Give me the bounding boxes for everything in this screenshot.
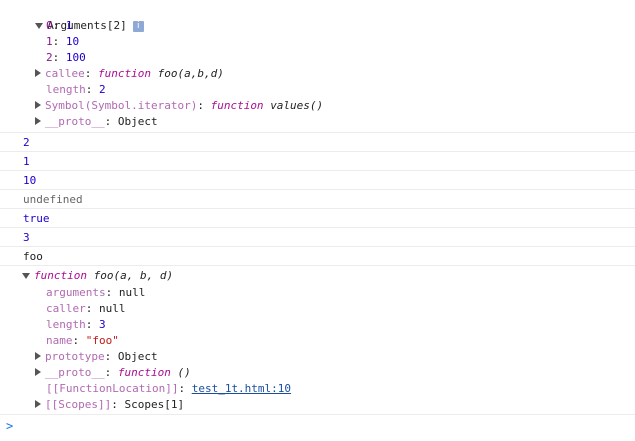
property-value: null: [99, 302, 126, 315]
item-value: 10: [65, 35, 80, 48]
console-output-4: undefined: [0, 189, 635, 208]
output-value: undefined: [23, 193, 83, 206]
console-prompt-icon[interactable]: >: [6, 419, 13, 433]
caller-property: caller: null: [46, 302, 126, 315]
expand-triangle-icon[interactable]: [35, 368, 41, 376]
iterator-property[interactable]: Symbol(Symbol.iterator): function values…: [35, 98, 635, 114]
property-key: callee: [45, 67, 85, 80]
callee-property[interactable]: callee: function foo(a,b,d): [35, 66, 635, 82]
proto-property[interactable]: __proto__: function (): [35, 365, 635, 381]
expand-triangle-icon[interactable]: [35, 101, 41, 109]
output-value: 10: [23, 174, 37, 187]
function-keyword: function: [34, 269, 87, 282]
property-key: length: [46, 83, 86, 96]
scopes-property[interactable]: [[Scopes]]: Scopes[1]: [35, 397, 635, 413]
function-keyword: function: [117, 366, 171, 379]
expand-triangle-icon[interactable]: [35, 400, 41, 408]
property-value: Object: [117, 115, 158, 128]
property-key: arguments: [46, 286, 106, 299]
function-header[interactable]: function foo(a, b, d): [0, 265, 635, 284]
output-value: 2: [23, 136, 30, 149]
output-value: 3: [23, 231, 30, 244]
proto-property[interactable]: __proto__: Object: [35, 114, 635, 130]
property-value: null: [118, 286, 146, 299]
expand-triangle-icon[interactable]: [35, 117, 41, 125]
console-output-1: 2: [0, 132, 635, 151]
console-output-2: 1: [0, 151, 635, 170]
console-output-6: 3: [0, 227, 635, 246]
name-property: name: "foo": [46, 334, 119, 347]
property-value: Object: [117, 350, 158, 363]
property-value: 3: [99, 318, 106, 331]
arguments-item-0: 0: 1: [46, 19, 73, 32]
property-key: Symbol(Symbol.iterator): [45, 99, 198, 112]
property-value: 2: [99, 83, 106, 96]
function-signature: foo(a,b,d): [157, 67, 224, 80]
expand-triangle-icon[interactable]: [35, 23, 44, 29]
item-value: 100: [65, 51, 86, 64]
arguments-property: arguments: null: [46, 286, 146, 299]
property-key: [[FunctionLocation]]: [46, 382, 179, 395]
item-key: 0: [46, 19, 53, 32]
item-key: 1: [46, 35, 53, 48]
length-property: length: 3: [46, 318, 106, 331]
console-output-3: 10: [0, 170, 635, 189]
arguments-item-1: 1: 10: [46, 35, 80, 48]
property-value: "foo": [85, 334, 119, 347]
property-key: __proto__: [45, 115, 105, 128]
output-value: foo: [23, 250, 43, 263]
expand-triangle-icon[interactable]: [22, 273, 30, 279]
property-key: caller: [46, 302, 86, 315]
item-key: 2: [46, 51, 53, 64]
property-key: name: [46, 334, 73, 347]
property-key: [[Scopes]]: [45, 398, 112, 411]
length-property: length: 2: [46, 83, 106, 96]
divider: [0, 414, 635, 415]
console-output-7: foo: [0, 246, 635, 265]
console-output-5: true: [0, 208, 635, 227]
arguments-header[interactable]: Arguments[2] i: [22, 2, 635, 32]
function-keyword: function: [98, 67, 151, 80]
function-location-property: [[FunctionLocation]]: test_1t.html:10: [46, 382, 292, 395]
property-key: __proto__: [45, 366, 105, 379]
item-value: 1: [65, 19, 73, 32]
property-key: length: [46, 318, 86, 331]
property-value: Scopes[1]: [124, 398, 185, 411]
function-signature: foo(a, b, d): [93, 269, 174, 282]
output-value: true: [23, 212, 50, 225]
function-signature: (): [177, 366, 191, 379]
prototype-property[interactable]: prototype: Object: [35, 349, 635, 365]
function-signature: values(): [270, 99, 324, 112]
expand-triangle-icon[interactable]: [35, 352, 41, 360]
function-keyword: function: [210, 99, 264, 112]
output-value: 1: [23, 155, 30, 168]
source-link[interactable]: test_1t.html:10: [192, 382, 291, 395]
expand-triangle-icon[interactable]: [35, 69, 41, 77]
property-key: prototype: [45, 350, 105, 363]
arguments-item-2: 2: 100: [46, 51, 86, 64]
